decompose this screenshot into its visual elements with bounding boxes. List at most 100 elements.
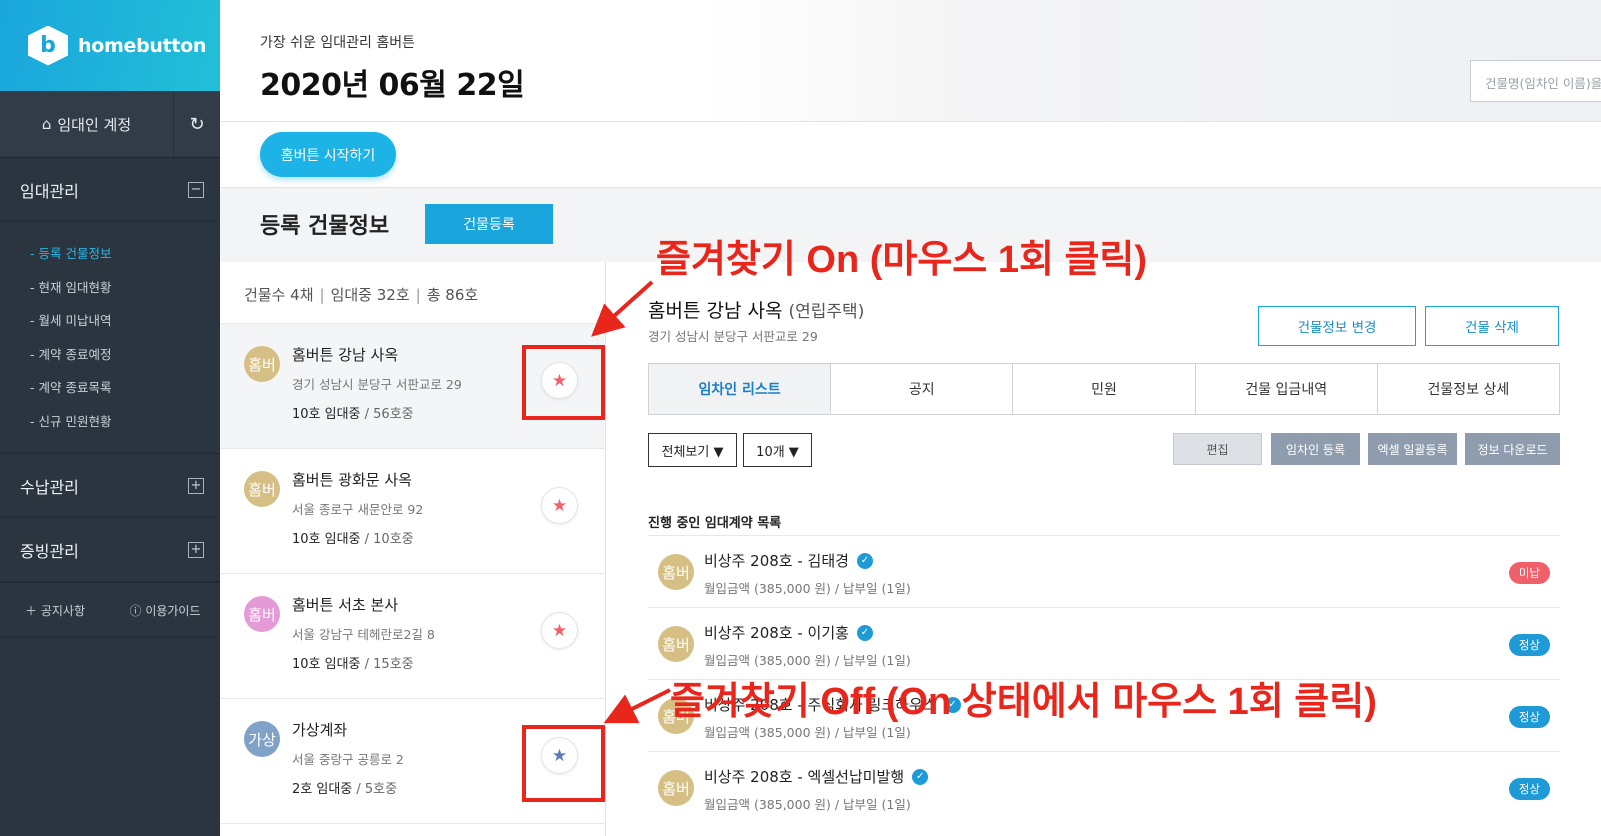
edit-building-button[interactable]: 건물정보 변경 [1258, 306, 1416, 346]
building-card[interactable]: 홈버 홈버튼 서초 본사 서울 강남구 테헤란로2길 8 10호 임대중 / 1… [220, 574, 605, 699]
occupied: 2호 임대중 [292, 782, 353, 797]
star-icon: ★ [551, 620, 568, 641]
contract-name: 비상주 208호 - 이기홍 [704, 624, 849, 642]
submenu-item-contracts-ended[interactable]: - 계약 종료목록 [0, 370, 220, 404]
tab-deposits[interactable]: 건물 입금내역 [1195, 364, 1378, 414]
favorite-button[interactable]: ★ [541, 487, 578, 524]
account-row: ⌂ 임대인 계정 ↻ [0, 91, 220, 158]
status-badge: 정상 [1508, 778, 1550, 800]
register-building-button[interactable]: 건물등록 [425, 204, 553, 244]
building-name: 홈버튼 서초 본사 [292, 596, 399, 614]
building-occupancy: 10호 임대중 / 56호중 [292, 403, 414, 422]
building-occupancy: 2호 임대중 / 5호중 [292, 778, 397, 797]
header-date: 2020년 06월 22일 [260, 68, 525, 103]
total: / 56호중 [360, 407, 414, 422]
submenu-item-new-complaints[interactable]: - 신규 민원현황 [0, 404, 220, 438]
view-filter-select[interactable]: 전체보기 ▼ [648, 433, 737, 467]
menu-label: 임대관리 [20, 181, 79, 201]
header: 가장 쉬운 임대관리 홈버튼 2020년 06월 22일 건물명(임차인 이름)… [220, 0, 1601, 122]
annotation-favorite-off: 즐겨찾기 Off (On 상태에서 마우스 1회 클릭) [670, 681, 1377, 723]
download-info-button[interactable]: 정보 다운로드 [1465, 433, 1560, 465]
landlord-account-button[interactable]: ⌂ 임대인 계정 [0, 91, 174, 157]
building-name: 홈버튼 광화문 사옥 [292, 471, 412, 489]
contract-details: 월입금액 (385,000 원) / 납부일 (1일) [704, 581, 911, 596]
avatar: 홈버 [244, 471, 280, 507]
avatar: 홈버 [658, 626, 694, 662]
homebutton-logo-icon: b [28, 25, 68, 66]
menu-label: 수납관리 [20, 477, 79, 497]
favorite-button[interactable]: ★ [541, 612, 578, 649]
occupied: 10호 임대중 [292, 532, 361, 547]
menu-payment-management[interactable]: 수납관리 + [0, 454, 220, 518]
submenu-item-current-rentals[interactable]: - 현재 임대현황 [0, 270, 220, 304]
tab-building-info[interactable]: 건물정보 상세 [1377, 364, 1560, 414]
menu-label: 증빙관리 [20, 541, 79, 561]
total: / 15호중 [360, 657, 414, 672]
detail-tabs: 임차인 리스트 공지 민원 건물 입금내역 건물정보 상세 [648, 363, 1560, 415]
brand[interactable]: b homebutton [0, 0, 220, 91]
page-size-select[interactable]: 10개 ▼ [743, 433, 812, 467]
submenu-item-registered-buildings[interactable]: - 등록 건물정보 [0, 236, 220, 270]
building-address: 서울 종로구 새문안로 92 [292, 502, 424, 517]
menu-evidence-management[interactable]: 증빙관리 + [0, 518, 220, 582]
list-item[interactable]: 홈버 비상주 208호 - 이기홍 ✓ 월입금액 (385,000 원) / 납부… [648, 607, 1560, 679]
building-address: 서울 중랑구 공릉로 2 [292, 752, 404, 767]
contract-name: 비상주 208호 - 엑셀선납미발행 [704, 768, 905, 786]
annotation-highlight-on [522, 345, 605, 420]
sidebar-footer: ＋ 공지사항 ⓘ 이용가이드 [0, 582, 220, 638]
notice-link[interactable]: ＋ 공지사항 [0, 602, 110, 619]
building-name: 가상계좌 [292, 721, 348, 739]
building-address: 서울 강남구 테헤란로2길 8 [292, 627, 435, 642]
guide-label: 이용가이드 [145, 603, 201, 618]
collapse-icon[interactable]: − [188, 181, 204, 198]
expand-icon[interactable]: + [188, 477, 204, 494]
page-title: 등록 건물정보 [260, 214, 390, 239]
avatar: 홈버 [244, 596, 280, 632]
annotation-favorite-on: 즐겨찾기 On (마우스 1회 클릭) [656, 239, 1148, 281]
status-badge: 정상 [1508, 634, 1550, 656]
home-icon: ⌂ [41, 115, 52, 133]
total: / 5호중 [352, 782, 398, 797]
contract-title: 비상주 208호 - 엑셀선납미발행 ✓ [704, 766, 929, 787]
avatar: 홈버 [658, 554, 694, 590]
menu-rental-management[interactable]: 임대관리 − [0, 158, 220, 222]
tab-complaints[interactable]: 민원 [1013, 364, 1196, 414]
refresh-icon[interactable]: ↻ [174, 91, 220, 157]
contract-title: 비상주 208호 - 김태경 ✓ [704, 550, 873, 571]
expand-icon[interactable]: + [188, 541, 204, 558]
submenu-rental: - 등록 건물정보 - 현재 임대현황 - 월세 미납내역 - 계약 종료예정 … [0, 222, 220, 454]
delete-building-button[interactable]: 건물 삭제 [1425, 306, 1559, 346]
building-search-input[interactable]: 건물명(임차인 이름)을 [1470, 60, 1601, 102]
contract-details: 월입금액 (385,000 원) / 납부일 (1일) [704, 797, 911, 812]
list-item[interactable]: 홈버 비상주 208호 - 김태경 ✓ 월입금액 (385,000 원) / 납부… [648, 535, 1560, 607]
guide-link[interactable]: ⓘ 이용가이드 [110, 602, 220, 619]
detail-title: 홈버튼 강남 사옥 (연립주택) [648, 296, 864, 323]
tab-tenant-list[interactable]: 임차인 리스트 [649, 364, 832, 414]
avatar: 홈버 [658, 770, 694, 806]
submenu-item-contracts-ending[interactable]: - 계약 종료예정 [0, 337, 220, 371]
start-homebutton-button[interactable]: 홈버튼 시작하기 [260, 132, 396, 177]
building-occupancy: 10호 임대중 / 15호중 [292, 653, 414, 672]
brand-name: homebutton [78, 34, 207, 57]
excel-import-button[interactable]: 엑셀 일괄등록 [1368, 433, 1457, 465]
start-area: 홈버튼 시작하기 [220, 122, 1601, 188]
plus-icon: ＋ [25, 603, 41, 618]
occupied-count: 임대중 32호 [330, 286, 410, 304]
building-card[interactable]: 홈버 홈버튼 광화문 사옥 서울 종로구 새문안로 92 10호 임대중 / 1… [220, 449, 605, 574]
contract-title: 비상주 208호 - 이기홍 ✓ [704, 622, 873, 643]
account-label: 임대인 계정 [57, 115, 132, 134]
occupied: 10호 임대중 [292, 407, 361, 422]
submenu-item-unpaid-rent[interactable]: - 월세 미납내역 [0, 303, 220, 337]
contracts-title: 진행 중인 임대계약 목록 [648, 516, 782, 531]
building-occupancy: 10호 임대중 / 10호중 [292, 528, 414, 547]
star-icon: ★ [551, 495, 568, 516]
status-badge: 미납 [1508, 562, 1550, 584]
add-tenant-button[interactable]: 임차인 등록 [1271, 433, 1360, 465]
verified-icon: ✓ [856, 552, 873, 569]
edit-button[interactable]: 편집 [1173, 433, 1262, 465]
tab-notice[interactable]: 공지 [831, 364, 1014, 414]
building-detail: 홈버튼 강남 사옥 (연립주택) 경기 성남시 분당구 서판교로 29 건물정보… [606, 262, 1601, 836]
sidebar: b homebutton ⌂ 임대인 계정 ↻ 임대관리 − - 등록 건물정보… [0, 0, 220, 836]
list-item[interactable]: 홈버 비상주 208호 - 엑셀선납미발행 ✓ 월입금액 (385,000 원) … [648, 751, 1560, 823]
building-summary: 건물수 4채 | 임대중 32호 | 총 86호 [220, 262, 605, 324]
